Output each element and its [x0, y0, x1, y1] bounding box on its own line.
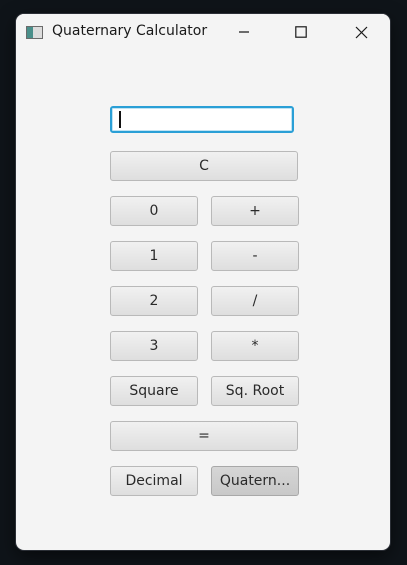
- text-caret: [119, 111, 121, 128]
- digit-0-button[interactable]: 0: [110, 196, 198, 226]
- close-button[interactable]: [338, 14, 384, 50]
- window-title: Quaternary Calculator: [52, 23, 208, 39]
- minimize-button[interactable]: [221, 14, 267, 50]
- digit-3-button[interactable]: 3: [110, 331, 198, 361]
- square-root-button[interactable]: Sq. Root: [211, 376, 299, 406]
- equals-button[interactable]: =: [110, 421, 298, 451]
- square-button[interactable]: Square: [110, 376, 198, 406]
- decimal-mode-button[interactable]: Decimal: [110, 466, 198, 496]
- maximize-button[interactable]: [278, 14, 324, 50]
- add-button[interactable]: +: [211, 196, 299, 226]
- display-input[interactable]: [112, 108, 292, 131]
- maximize-icon: [295, 26, 307, 38]
- title-bar[interactable]: Quaternary Calculator: [16, 14, 390, 50]
- multiply-button[interactable]: *: [211, 331, 299, 361]
- subtract-button[interactable]: -: [211, 241, 299, 271]
- digit-2-button[interactable]: 2: [110, 286, 198, 316]
- digit-1-button[interactable]: 1: [110, 241, 198, 271]
- display-field[interactable]: [110, 106, 294, 133]
- divide-button[interactable]: /: [211, 286, 299, 316]
- quaternary-mode-button[interactable]: Quatern...: [211, 466, 299, 496]
- minimize-icon: [239, 31, 249, 33]
- app-window: Quaternary Calculator C 0 + 1 - 2 / 3 * …: [16, 14, 390, 550]
- close-icon: [355, 26, 367, 38]
- clear-button[interactable]: C: [110, 151, 298, 181]
- app-icon: [26, 26, 43, 39]
